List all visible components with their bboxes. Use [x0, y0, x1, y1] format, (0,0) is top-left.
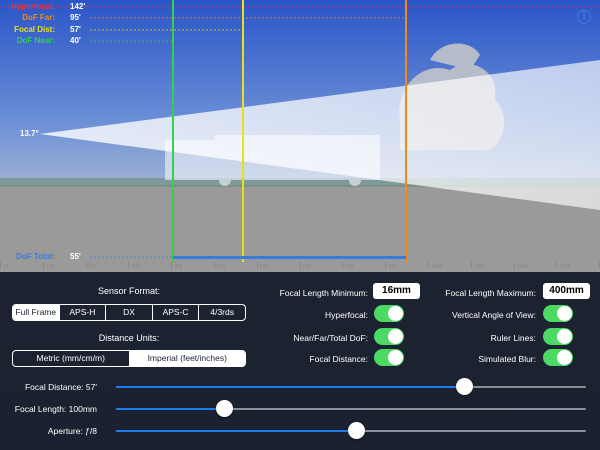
focal-dist-readout-value: 57': [70, 25, 81, 34]
focal-distance-slider-thumb[interactable]: [455, 378, 473, 395]
focal-min-field[interactable]: 16mm: [373, 283, 420, 299]
dof-near-readout: DoF Near: 40': [0, 36, 600, 46]
ruler-tick-label: 110ft: [473, 264, 485, 270]
sensor-format-option[interactable]: Full Frame: [13, 305, 59, 320]
focal-distance-toggle-label: Focal Distance:: [309, 354, 368, 364]
ruler-tick-label: 100ft: [431, 264, 443, 270]
focal-max-field[interactable]: 400mm: [543, 283, 590, 299]
sensor-format-option[interactable]: APS-C: [151, 305, 199, 320]
focal-length-slider[interactable]: [116, 400, 586, 417]
hyperfocal-readout-value: 142': [70, 2, 86, 11]
ruler-lines-toggle-label: Ruler Lines:: [490, 333, 536, 343]
dof-far-readout: DoF Far: 95': [0, 13, 600, 23]
near-far-toggle-label: Near/Far/Total DoF:: [293, 333, 368, 343]
hyperfocal-toggle[interactable]: [374, 305, 404, 322]
focal-distance-slider-fill: [116, 386, 464, 388]
aperture-slider-thumb[interactable]: [347, 422, 365, 439]
ruler-tick-label: 60ft: [259, 264, 269, 270]
ruler-tick-label: 0ft: [3, 264, 9, 270]
focal-distance-slider-label: Focal Distance: 57': [24, 382, 97, 392]
ruler-tick-label: 10ft: [45, 264, 55, 270]
ruler-tick-label: 50ft: [217, 264, 226, 270]
hyperfocal-readout-label: Hyperfocal:: [10, 2, 55, 11]
dof-total-readout-value: 55': [70, 252, 81, 261]
ruler-tick-label: 20ft: [88, 264, 97, 270]
focal-length-slider-thumb[interactable]: [216, 400, 234, 417]
distance-units-option[interactable]: Metric (mm/cm/m): [13, 351, 129, 366]
distance-units-selector: Metric (mm/cm/m) Imperial (feet/inches): [12, 350, 246, 367]
vertical-aov-toggle[interactable]: [543, 305, 573, 322]
focal-dist-readout-label: Focal Dist:: [14, 25, 55, 34]
focal-length-slider-label: Focal Length: 100mm: [14, 404, 97, 414]
vertical-angle-readout: 13.7°: [20, 129, 39, 138]
distance-units-option[interactable]: Imperial (feet/inches): [128, 351, 245, 366]
dof-far-readout-value: 95': [70, 13, 81, 22]
vertical-aov-toggle-label: Vertical Angle of View:: [452, 310, 536, 320]
focal-length-slider-fill: [116, 408, 225, 410]
distance-ruler: 0ft 10ft 20ft 30ft 40ft 50ft 60ft 70ft 80ft 90ft 1…: [0, 262, 600, 272]
dof-total-readout-label: DoF Total:: [16, 252, 55, 261]
sensor-format-selector: Full Frame APS-H DX APS-C 4/3rds: [12, 304, 246, 321]
ruler-tick-label: 40ft: [174, 264, 183, 270]
ruler-tick-label: 90ft: [388, 264, 397, 270]
focal-max-label: Focal Length Maximum:: [445, 288, 536, 298]
ruler-tick-label: 30ft: [131, 264, 140, 270]
ruler-tick-label: 130ft: [559, 264, 571, 270]
sensor-format-option[interactable]: APS-H: [58, 305, 106, 320]
info-icon[interactable]: i: [577, 10, 591, 24]
simulated-blur-toggle[interactable]: [543, 349, 573, 366]
dof-near-readout-value: 40': [70, 36, 81, 45]
ruler-tick-label: 70ft: [302, 264, 311, 270]
sensor-format-title: Sensor Format:: [97, 286, 161, 296]
focal-dist-readout: Focal Dist: 57': [0, 25, 600, 35]
ruler-tick-label: 80ft: [345, 264, 354, 270]
aperture-slider-label: Aperture: ƒ/8: [47, 426, 97, 436]
focal-distance-toggle[interactable]: [374, 349, 404, 366]
distance-units-title: Distance Units:: [98, 333, 160, 343]
simulated-blur-toggle-label: Simulated Blur:: [478, 354, 536, 364]
hyperfocal-toggle-label: Hyperfocal:: [325, 310, 368, 320]
sensor-format-option[interactable]: DX: [105, 305, 152, 320]
dof-far-readout-label: DoF Far:: [22, 13, 55, 22]
aperture-slider[interactable]: [116, 422, 586, 439]
dof-visualization: Hyperfocal: 142' DoF Far: 95' Focal Dist…: [0, 0, 600, 272]
settings-panel: Sensor Format: Full Frame APS-H DX APS-C 4/3…: [0, 272, 600, 450]
hyperfocal-readout: Hyperfocal: 142': [0, 2, 600, 12]
focal-distance-slider[interactable]: [116, 378, 586, 395]
focal-min-label: Focal Length Minimum:: [279, 288, 368, 298]
sensor-format-option[interactable]: 4/3rds: [198, 305, 245, 320]
aperture-slider-fill: [116, 430, 356, 432]
near-far-toggle[interactable]: [374, 328, 404, 345]
ruler-tick-label: 120ft: [516, 264, 528, 270]
dof-near-readout-label: DoF Near:: [16, 36, 55, 45]
ruler-lines-toggle[interactable]: [543, 328, 573, 345]
dof-total-readout: DoF Total: 55': [0, 252, 600, 262]
